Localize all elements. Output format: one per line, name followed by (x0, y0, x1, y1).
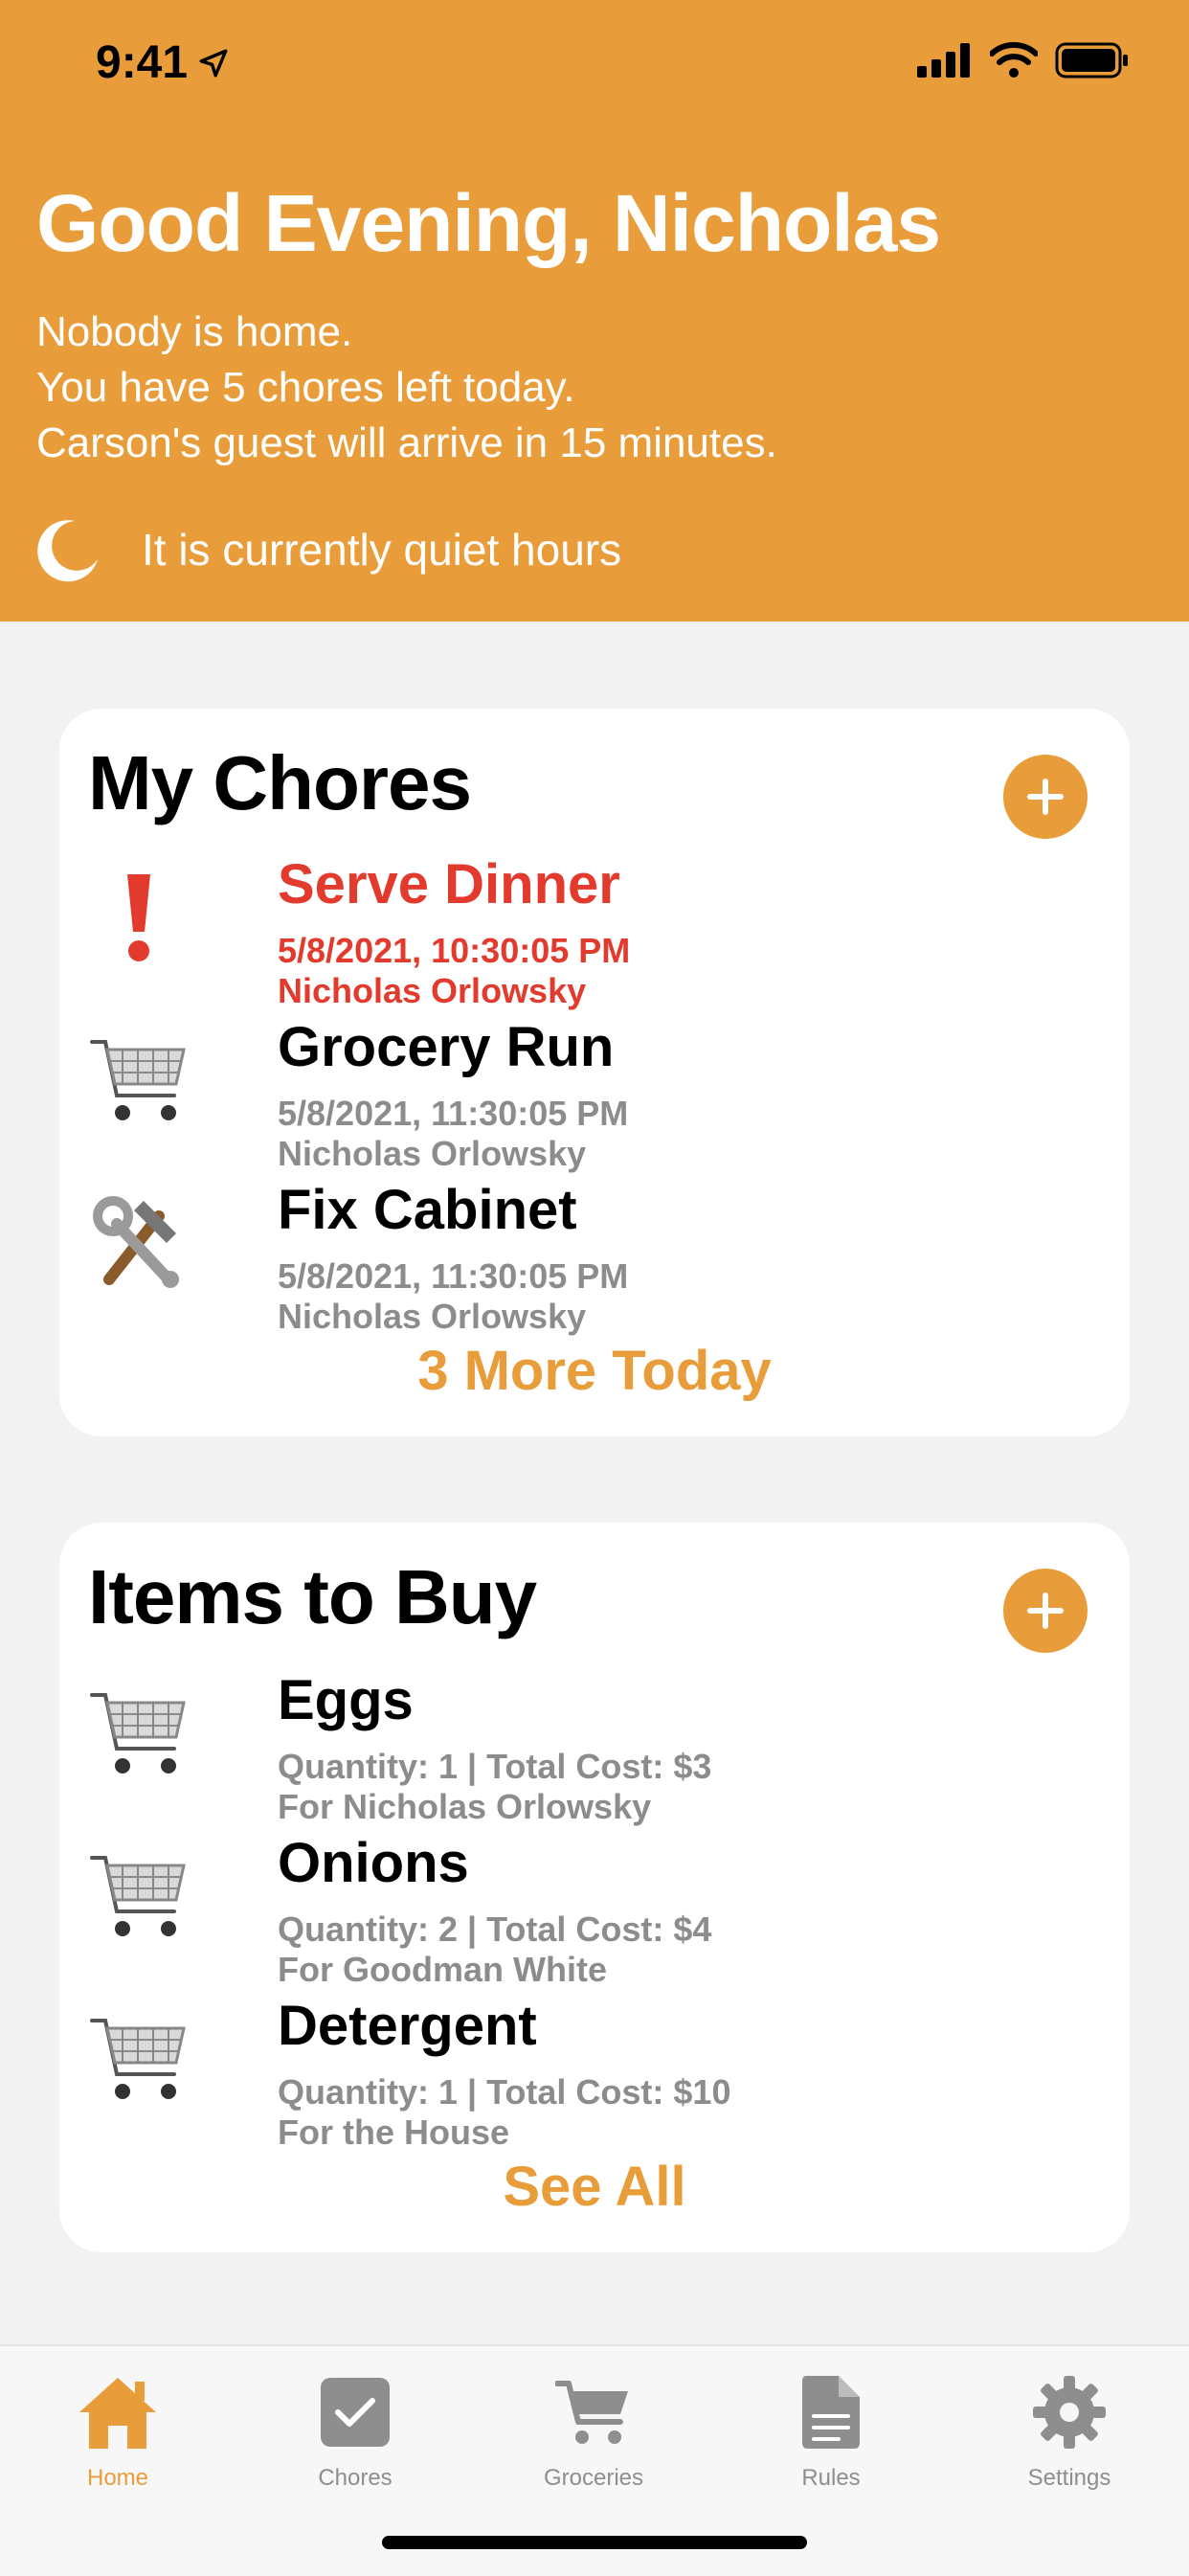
tab-label: Settings (1027, 2465, 1111, 2491)
add-chore-button[interactable] (1003, 755, 1088, 839)
tab-label: Chores (318, 2465, 393, 2491)
item-for: For Nicholas Orlowsky (278, 1787, 652, 1826)
item-detail: Quantity: 2 | Total Cost: $4 (278, 1909, 712, 1949)
exclamation-icon (86, 864, 191, 969)
chore-title: Grocery Run (278, 1016, 615, 1078)
checkbox-icon (259, 2369, 451, 2455)
header-banner: 9:41 Good Evening, Nicholas Nobody is ho… (0, 0, 1189, 621)
summary-line: Nobody is home. (36, 308, 353, 355)
chores-card: My Chores Serve Dinner 5/8/2021, 10:30:0… (59, 709, 1130, 1436)
chore-title: Serve Dinner (278, 853, 620, 915)
document-icon (735, 2369, 927, 2455)
tab-label: Rules (801, 2465, 861, 2491)
item-detail: Quantity: 1 | Total Cost: $3 (278, 1747, 712, 1786)
status-time-label: 9:41 (96, 37, 189, 88)
chore-date: 5/8/2021, 10:30:05 PM (278, 931, 631, 970)
wifi-icon (990, 42, 1038, 78)
quiet-hours-row: It is currently quiet hours (36, 517, 621, 582)
items-card-title: Items to Buy (88, 1554, 537, 1639)
status-time: 9:41 (96, 36, 230, 89)
quiet-hours-label: It is currently quiet hours (142, 525, 622, 575)
tab-groceries[interactable]: Groceries (498, 2369, 689, 2492)
location-arrow-icon (199, 49, 228, 77)
chore-title: Fix Cabinet (278, 1179, 577, 1241)
item-title: Eggs (278, 1669, 414, 1731)
tab-label: Home (86, 2465, 149, 2491)
chores-card-title: My Chores (88, 740, 472, 825)
grocery-item[interactable]: Onions Quantity: 2 | Total Cost: $4 For … (86, 1832, 1091, 2003)
item-title: Onions (278, 1832, 469, 1894)
tab-settings[interactable]: Settings (974, 2369, 1165, 2492)
chore-item[interactable]: Grocery Run 5/8/2021, 11:30:05 PM Nichol… (86, 1016, 1091, 1187)
tab-label: Groceries (543, 2465, 644, 2491)
shopping-cart-icon (86, 1027, 191, 1132)
more-chores-link[interactable]: 3 More Today (59, 1339, 1130, 1403)
items-to-buy-card: Items to Buy Eggs Quantity: 1 | Total Co… (59, 1523, 1130, 2252)
chore-date: 5/8/2021, 11:30:05 PM (278, 1256, 629, 1296)
summary-line: Carson's guest will arrive in 15 minutes… (36, 419, 777, 466)
item-title: Detergent (278, 1995, 537, 2057)
hammer-wrench-icon (86, 1189, 191, 1295)
greeting-title: Good Evening, Nicholas (36, 178, 941, 268)
item-for: For the House (278, 2113, 510, 2152)
home-icon (22, 2369, 213, 2455)
gear-icon (974, 2369, 1165, 2455)
shopping-cart-icon (86, 1680, 191, 1785)
chore-assignee: Nicholas Orlowsky (278, 1134, 587, 1173)
chore-assignee: Nicholas Orlowsky (278, 971, 587, 1010)
plus-icon (1027, 1593, 1064, 1629)
chore-assignee: Nicholas Orlowsky (278, 1297, 587, 1336)
battery-icon (1055, 42, 1128, 79)
chore-date: 5/8/2021, 11:30:05 PM (278, 1094, 629, 1133)
tab-rules[interactable]: Rules (735, 2369, 927, 2492)
grocery-item[interactable]: Detergent Quantity: 1 | Total Cost: $10 … (86, 1995, 1091, 2166)
cart-icon (498, 2369, 689, 2455)
add-item-button[interactable] (1003, 1569, 1088, 1653)
item-for: For Goodman White (278, 1950, 607, 1989)
shopping-cart-icon (86, 2005, 191, 2111)
summary-line: You have 5 chores left today. (36, 364, 575, 411)
shopping-cart-icon (86, 1842, 191, 1948)
tab-chores[interactable]: Chores (259, 2369, 451, 2492)
chore-item[interactable]: Serve Dinner 5/8/2021, 10:30:05 PM Nicho… (86, 853, 1091, 1025)
item-detail: Quantity: 1 | Total Cost: $10 (278, 2072, 731, 2112)
status-indicators (917, 42, 1130, 79)
tab-home[interactable]: Home (22, 2369, 213, 2492)
plus-icon (1027, 779, 1064, 815)
chore-item[interactable]: Fix Cabinet 5/8/2021, 11:30:05 PM Nichol… (86, 1179, 1091, 1350)
cellular-signal-icon (917, 43, 970, 78)
home-indicator (382, 2536, 807, 2549)
moon-icon (37, 520, 98, 582)
grocery-item[interactable]: Eggs Quantity: 1 | Total Cost: $3 For Ni… (86, 1669, 1091, 1841)
see-all-items-link[interactable]: See All (59, 2155, 1130, 2219)
home-summary: Nobody is home. You have 5 chores left t… (36, 305, 777, 471)
